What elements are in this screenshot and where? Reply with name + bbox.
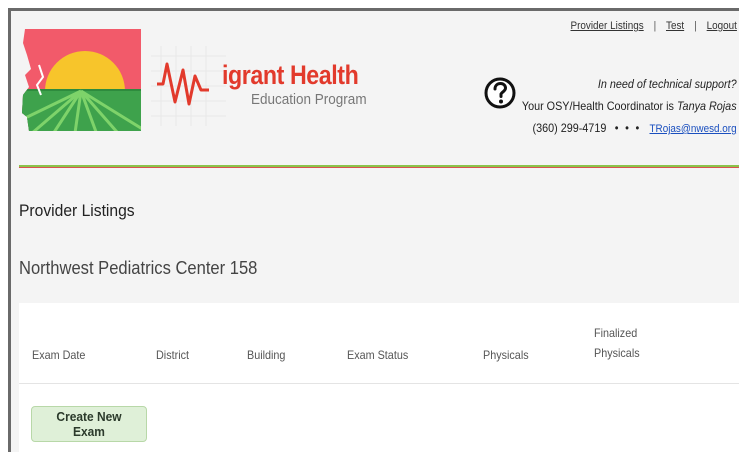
question-circle-icon [484, 77, 516, 109]
nav-separator: | [653, 20, 657, 32]
column-district[interactable]: District [156, 348, 189, 362]
coordinator-name: Tanya Rojas [677, 99, 737, 113]
create-new-exam-button[interactable]: Create New Exam [31, 406, 147, 442]
column-finalized-line2: Physicals [594, 346, 640, 360]
column-building[interactable]: Building [247, 348, 285, 362]
column-exam-date[interactable]: Exam Date [32, 348, 85, 362]
exams-panel: Exam Date District Building Exam Status … [19, 303, 739, 452]
column-physicals[interactable]: Physicals [483, 348, 529, 362]
washington-map-logo [22, 29, 141, 131]
nav-test-link[interactable]: Test [666, 20, 684, 32]
provider-name: Northwest Pediatrics Center 158 [19, 258, 258, 278]
nav-logout-link[interactable]: Logout [707, 20, 737, 32]
column-exam-status[interactable]: Exam Status [347, 348, 408, 362]
coordinator-phone: (360) 299-4719 [532, 121, 607, 135]
coordinator-email-link[interactable]: TRojas@nwesd.org [650, 123, 737, 135]
brand-subtitle: Education Program [251, 91, 367, 108]
support-heading: In need of technical support? [598, 77, 737, 91]
coordinator-label: Your OSY/Health Coordinator is [522, 99, 675, 113]
separator-dots: • • • [615, 121, 642, 135]
support-info: In need of technical support? Your OSY/H… [522, 73, 737, 140]
nav-provider-listings-link[interactable]: Provider Listings [571, 20, 644, 32]
create-new-exam-label: Create New Exam [56, 409, 122, 439]
page-title: Provider Listings [19, 201, 135, 220]
brand-name: igrant Health [222, 60, 359, 90]
column-finalized-physicals[interactable]: Finalized Physicals [594, 323, 640, 363]
header-divider [19, 165, 739, 168]
table-header: Exam Date District Building Exam Status … [19, 303, 739, 384]
nav-separator: | [694, 20, 697, 32]
app-frame: igrant Health Education Program Provider… [8, 8, 739, 452]
top-nav: Provider Listings | Test | Logout [571, 20, 737, 32]
column-finalized-line1: Finalized [594, 326, 638, 340]
heartbeat-m-icon [151, 46, 226, 126]
